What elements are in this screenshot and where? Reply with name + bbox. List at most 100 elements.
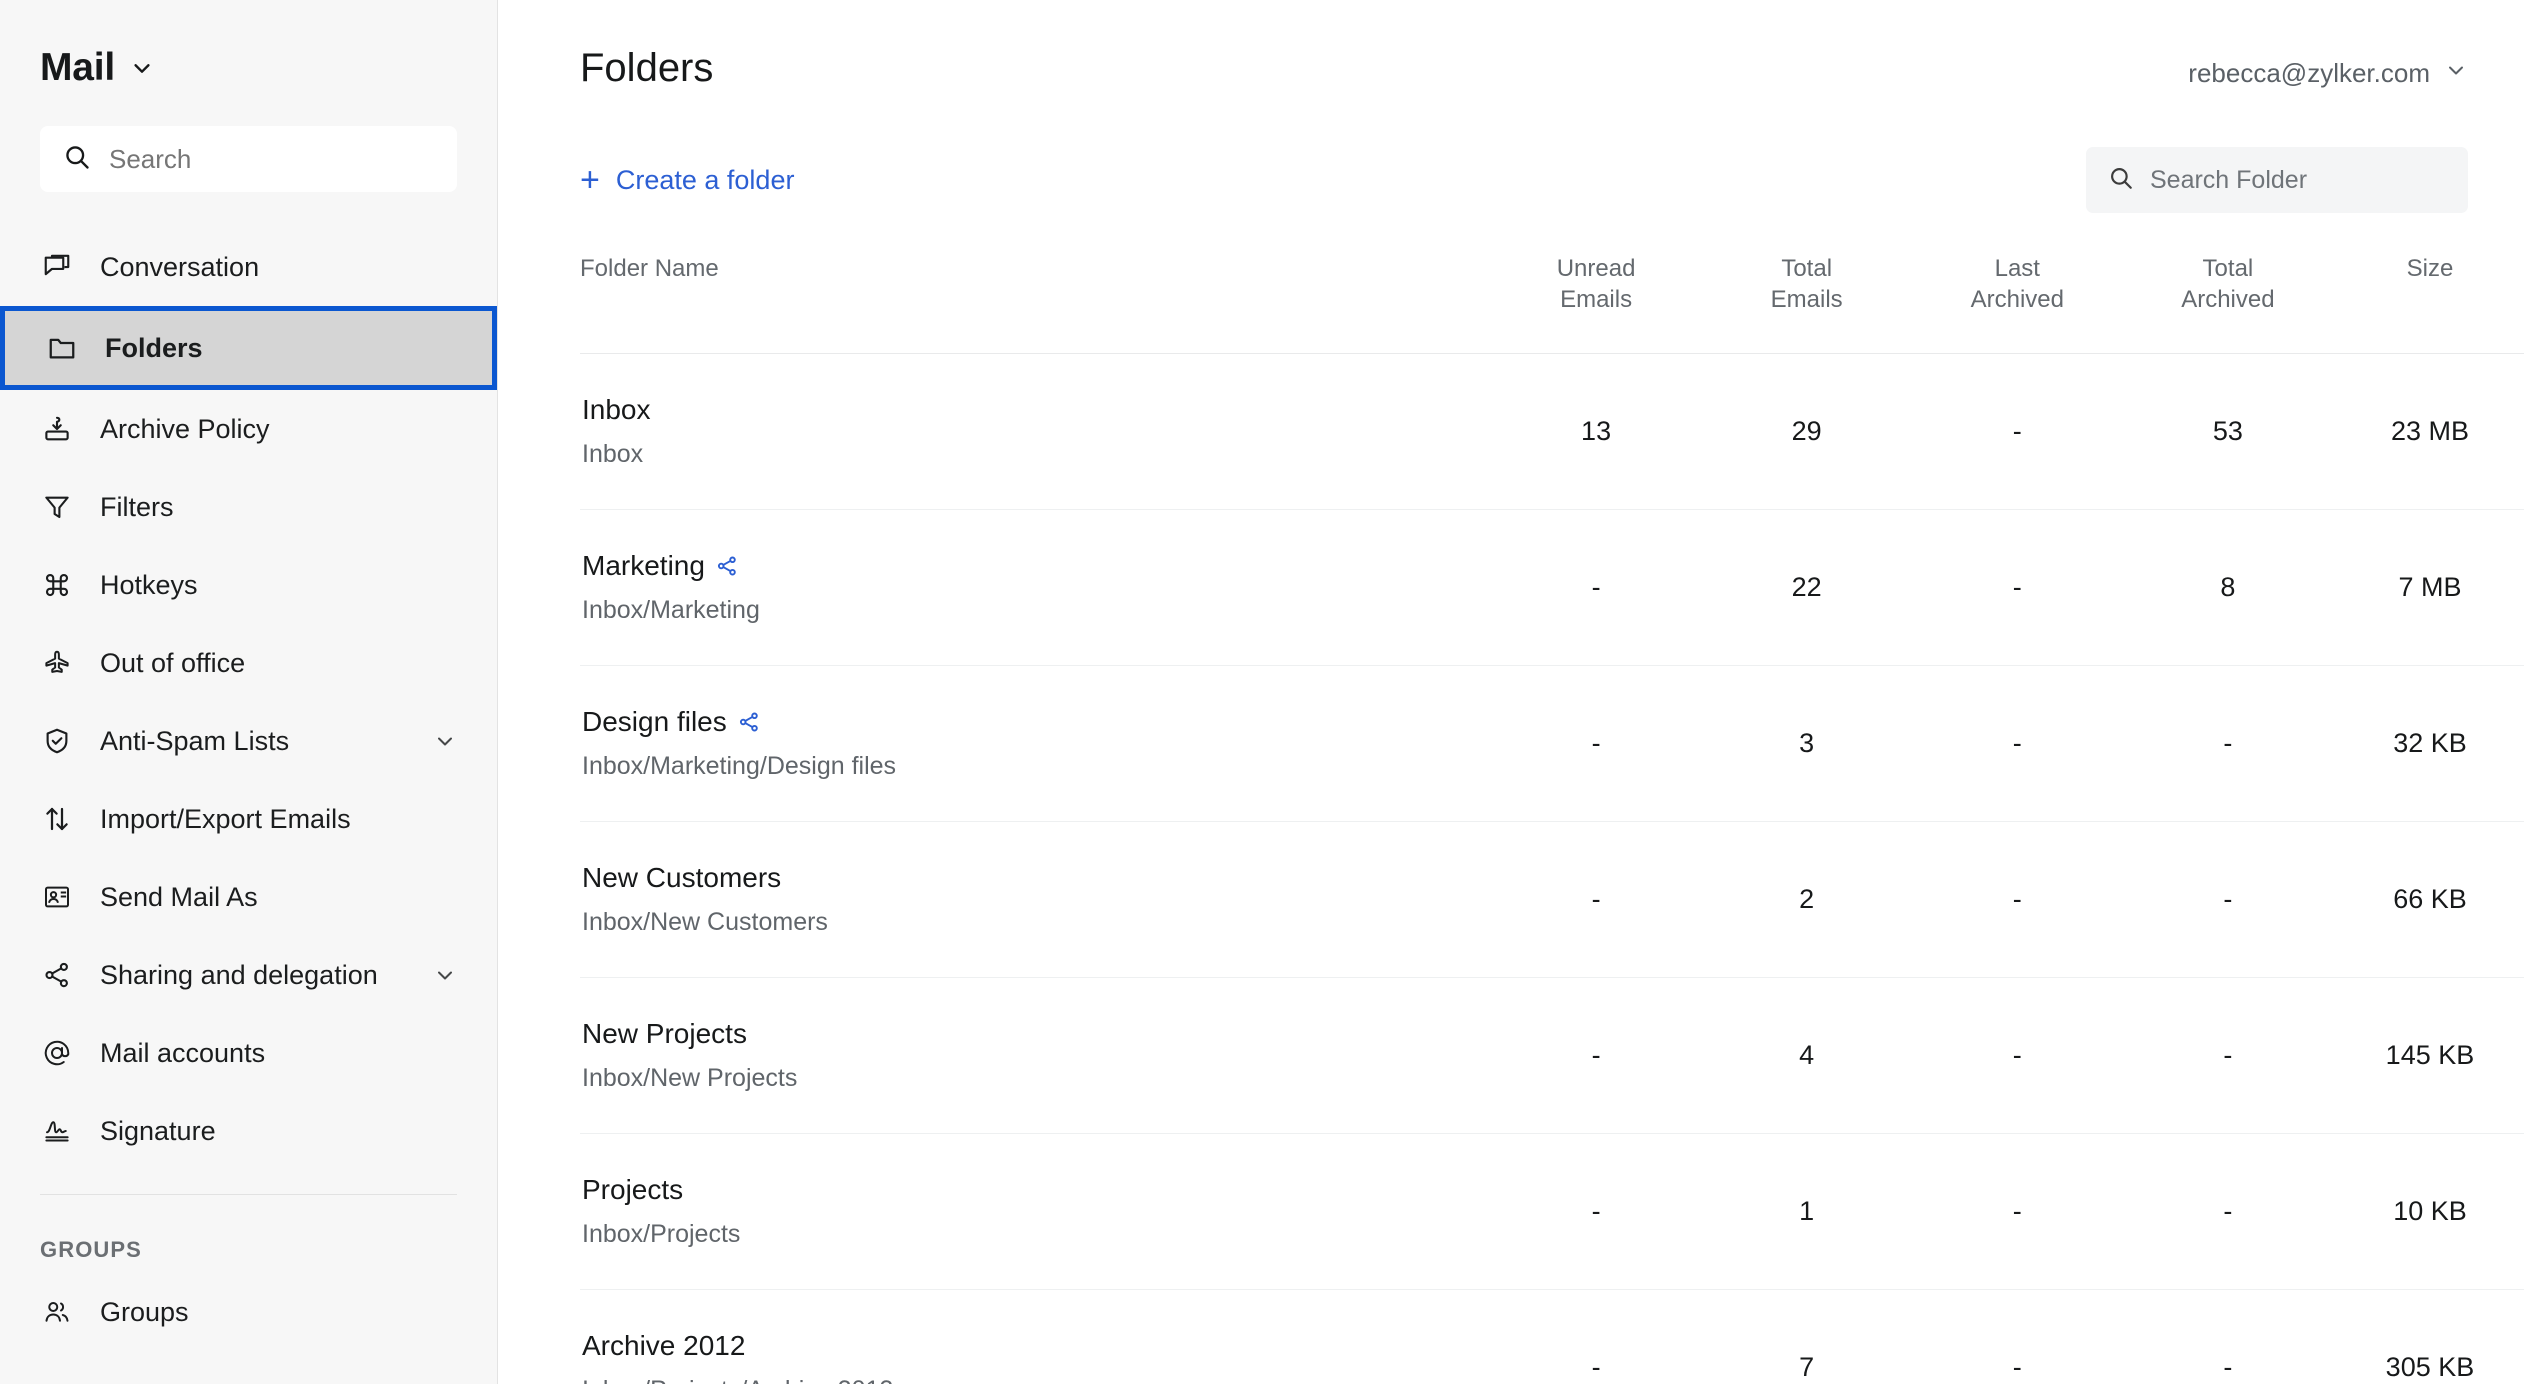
column-header-line: Emails [1770, 286, 1843, 314]
table-row[interactable]: Projects Inbox/Projects - 1 - - 10 KB [580, 1134, 2524, 1290]
sidebar-item-label: Conversation [100, 251, 260, 282]
column-header-total-archived[interactable]: Total Archived [2123, 253, 2334, 354]
column-header-line: Archived [2181, 286, 2275, 314]
column-header-total-emails[interactable]: Total Emails [1701, 253, 1912, 354]
account-email: rebecca@zylker.com [2188, 58, 2430, 88]
page-title: Folders [580, 46, 714, 90]
column-header-line: Emails [1560, 286, 1633, 314]
airplane-icon [40, 646, 74, 680]
cell-last-archived: - [2012, 1352, 2022, 1383]
sidebar-item-signature[interactable]: Signature [0, 1092, 497, 1170]
chevron-down-icon[interactable] [131, 57, 153, 79]
cell-size: 23 MB [2390, 416, 2469, 447]
sidebar-item-label: Filters [100, 491, 174, 522]
sidebar-item-filters[interactable]: Filters [0, 468, 497, 546]
table-row[interactable]: New Projects Inbox/New Projects - 4 - - 145 KB [580, 978, 2524, 1134]
folder-name[interactable]: Projects [582, 1174, 1491, 1206]
cell-total-archived: - [2223, 1196, 2233, 1227]
cell-last-archived: - [2012, 416, 2022, 447]
folder-name[interactable]: New Customers [582, 862, 1491, 894]
sidebar-nav: Conversation Folders Archive Policy Filt… [0, 192, 497, 1351]
folders-table-wrap: Folder Name Unread Emails Total Emails L… [498, 253, 2524, 1384]
brand-selector[interactable]: Mail [0, 0, 497, 90]
column-header-unread-emails[interactable]: Unread Emails [1491, 253, 1702, 354]
search-icon [63, 143, 91, 176]
shared-folder-icon[interactable] [737, 710, 761, 734]
table-row[interactable]: Inbox Inbox 13 29 - 53 23 MB [580, 354, 2524, 510]
sidebar-item-conversation[interactable]: Conversation [0, 228, 497, 306]
table-row[interactable]: Marketing Inbox/Marketing - 22 - 8 7 MB [580, 510, 2524, 666]
sidebar-item-label: Out of office [100, 647, 246, 678]
table-row[interactable]: Archive 2012 Inbox/Projects/Archive 2012 -… [580, 1290, 2524, 1384]
folder-name[interactable]: New Projects [582, 1018, 1491, 1050]
folder-name[interactable]: Inbox [582, 394, 1491, 426]
folder-name[interactable]: Archive 2012 [582, 1330, 1491, 1362]
sidebar-item-label: Archive Policy [100, 413, 270, 444]
sidebar-item-anti-spam-lists[interactable]: Anti-Spam Lists [0, 702, 497, 780]
archive-icon [40, 412, 74, 446]
column-header-line: Total [1781, 255, 1833, 282]
folder-name-text: New Projects [582, 1018, 747, 1050]
folder-name[interactable]: Marketing [582, 550, 1491, 582]
cell-folder-name: New Projects Inbox/New Projects [580, 978, 1491, 1134]
cell-unread-emails: - [1591, 572, 1601, 603]
column-header-last-archived[interactable]: Last Archived [1912, 253, 2123, 354]
folder-name-text: Projects [582, 1174, 684, 1206]
cell-last-archived: - [2012, 728, 2022, 759]
chevron-down-icon[interactable] [433, 729, 457, 753]
command-icon [40, 568, 74, 602]
at-icon [40, 1036, 74, 1070]
cell-total-archived: - [2223, 728, 2233, 759]
cell-last-archived: - [2012, 884, 2022, 915]
sidebar-section-groups-label: GROUPS [40, 1237, 142, 1262]
chevron-down-icon[interactable] [2444, 58, 2468, 89]
table-row[interactable]: Design files Inbox/Marketing/Design files… [580, 666, 2524, 822]
cell-size: 10 KB [2393, 1196, 2467, 1227]
cell-folder-name: Inbox Inbox [580, 354, 1491, 510]
shared-folder-icon[interactable] [715, 554, 739, 578]
filter-icon [40, 490, 74, 524]
sidebar-item-mail-accounts[interactable]: Mail accounts [0, 1014, 497, 1092]
sidebar-item-send-mail-as[interactable]: Send Mail As [0, 858, 497, 936]
column-header-size[interactable]: Size [2333, 253, 2524, 354]
folder-search-box[interactable] [2086, 147, 2468, 213]
column-header-folder-name[interactable]: Folder Name [580, 253, 1491, 354]
cell-folder-name: Projects Inbox/Projects [580, 1134, 1491, 1290]
create-folder-button[interactable]: + Create a folder [580, 163, 794, 197]
sidebar-item-out-of-office[interactable]: Out of office [0, 624, 497, 702]
cell-unread-emails: - [1591, 728, 1601, 759]
cell-folder-name: Archive 2012 Inbox/Projects/Archive 2012 [580, 1290, 1491, 1384]
cell-folder-name: Design files Inbox/Marketing/Design files [580, 666, 1491, 822]
folder-icon [45, 331, 79, 365]
folder-search-input[interactable] [2150, 165, 2446, 195]
share-icon [40, 958, 74, 992]
chevron-down-icon[interactable] [433, 963, 457, 987]
account-menu[interactable]: rebecca@zylker.com [2188, 46, 2468, 89]
column-header-line: Total [2202, 255, 2254, 282]
cell-folder-name: New Customers Inbox/New Customers [580, 822, 1491, 978]
search-input[interactable] [109, 143, 434, 175]
folders-table: Folder Name Unread Emails Total Emails L… [580, 253, 2524, 1384]
folder-name[interactable]: Design files [582, 706, 1491, 738]
cell-total-archived: - [2223, 884, 2233, 915]
cell-unread-emails: 13 [1581, 416, 1612, 447]
main-content: Folders rebecca@zylker.com + Create a fo… [498, 0, 2524, 1384]
table-row[interactable]: New Customers Inbox/New Customers - 2 - - 66 K… [580, 822, 2524, 978]
sidebar-item-label: Hotkeys [100, 569, 198, 600]
sidebar-item-groups[interactable]: Groups [0, 1273, 497, 1351]
sidebar-item-folders[interactable]: Folders [0, 306, 497, 390]
cell-last-archived: - [2012, 572, 2022, 603]
table-header-row: Folder Name Unread Emails Total Emails L… [580, 253, 2524, 354]
send-mail-as-icon [40, 880, 74, 914]
sidebar-item-import-export-emails[interactable]: Import/Export Emails [0, 780, 497, 858]
sidebar-item-archive-policy[interactable]: Archive Policy [0, 390, 497, 468]
sidebar-item-label: Mail accounts [100, 1037, 266, 1068]
folder-path: Inbox [582, 440, 644, 469]
search-box[interactable] [40, 126, 457, 192]
shield-check-icon [40, 724, 74, 758]
folder-name-text: New Customers [582, 862, 782, 894]
folder-path: Inbox/Marketing [582, 596, 760, 625]
sidebar-item-sharing-and-delegation[interactable]: Sharing and delegation [0, 936, 497, 1014]
sidebar-item-hotkeys[interactable]: Hotkeys [0, 546, 497, 624]
cell-size: 7 MB [2398, 572, 2462, 603]
